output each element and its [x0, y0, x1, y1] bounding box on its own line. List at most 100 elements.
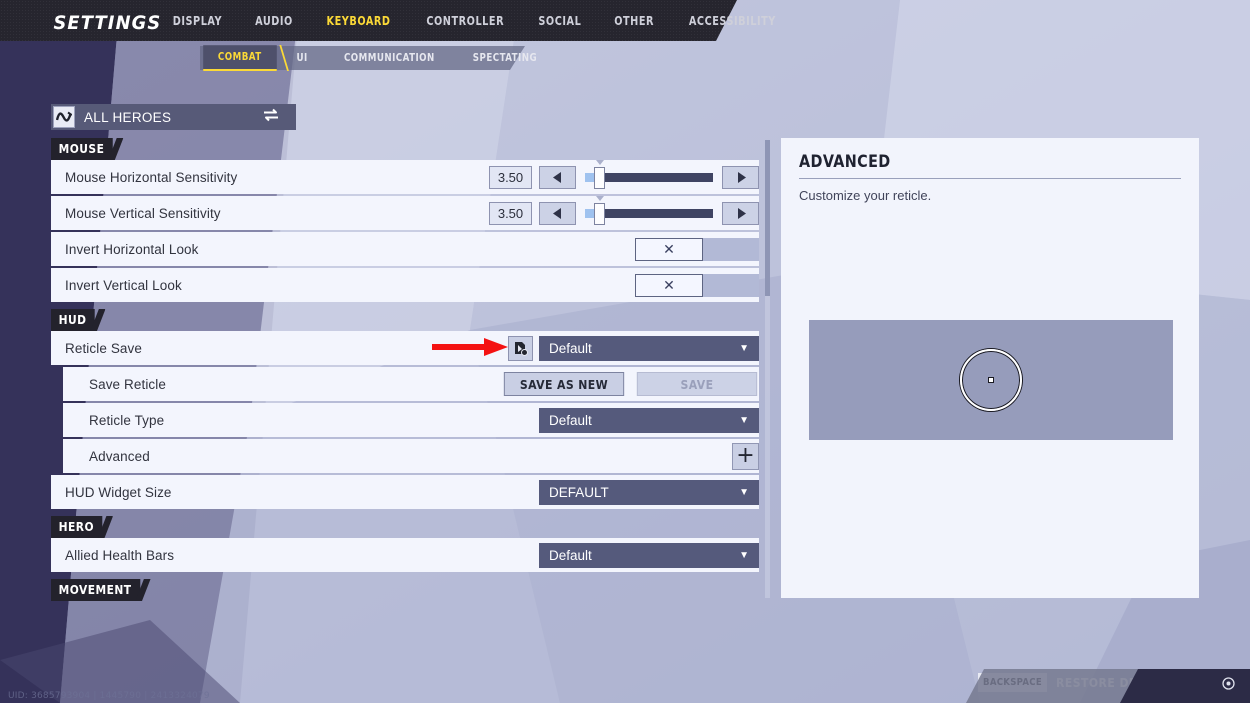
reticle-preview	[809, 320, 1173, 440]
slider-tick-marker	[596, 195, 604, 201]
sensitivity-slider[interactable]	[585, 159, 713, 189]
settings-scrollbar[interactable]	[765, 140, 770, 598]
row-mouse-vertical-sensitivity[interactable]: Mouse Vertical Sensitivity 3.50	[51, 195, 759, 230]
subtab-ui[interactable]: UI	[281, 46, 322, 70]
all-heroes-icon	[53, 106, 75, 128]
row-label: Allied Health Bars	[65, 547, 175, 563]
save-button[interactable]: SAVE	[636, 372, 758, 396]
reticle-type-dropdown[interactable]: Default ▼	[539, 407, 759, 433]
section-header-hud: HUD	[51, 309, 759, 331]
subtab-spectating[interactable]: SPECTATING	[458, 46, 552, 70]
invert-horizontal-toggle[interactable]: ✕	[635, 237, 759, 261]
row-label: Invert Vertical Look	[65, 277, 182, 293]
reticle-center-dot	[989, 378, 993, 382]
decrement-button[interactable]	[539, 165, 576, 189]
row-invert-vertical-look[interactable]: Invert Vertical Look ✕	[51, 268, 759, 302]
dropdown-value: Default	[549, 412, 592, 428]
row-advanced[interactable]: Advanced +	[63, 439, 759, 473]
subtab-list: COMBAT UI COMMUNICATION SPECTATING	[200, 45, 556, 71]
slider-tick-marker	[596, 159, 604, 165]
bottom-bar-background	[966, 669, 1250, 703]
dropdown-value: DEFAULT	[549, 484, 609, 500]
invert-vertical-toggle[interactable]: ✕	[635, 273, 759, 297]
decrement-button[interactable]	[539, 201, 576, 225]
slider-handle[interactable]	[594, 166, 605, 189]
uid-watermark: UID: 3685793904 | 1445790 | 2413324079	[8, 691, 210, 701]
row-label: Save Reticle	[89, 376, 166, 392]
annotation-arrow	[432, 338, 508, 356]
hud-widget-size-dropdown[interactable]: DEFAULT ▼	[539, 479, 759, 505]
chevron-down-icon: ▼	[739, 486, 749, 498]
tab-other[interactable]: OTHER	[614, 14, 654, 28]
chevron-down-icon: ▼	[739, 342, 749, 354]
dropdown-value: Default	[549, 340, 592, 356]
row-label: HUD Widget Size	[65, 484, 172, 500]
chevron-down-icon: ▼	[739, 549, 749, 561]
section-title-hero: HERO	[51, 516, 103, 538]
advanced-control: +	[732, 442, 759, 470]
scrollbar-thumb[interactable]	[765, 140, 770, 296]
panel-divider	[799, 178, 1181, 179]
reticle-save-control: Default ▼	[508, 335, 759, 361]
swap-icon[interactable]	[262, 108, 280, 127]
row-invert-horizontal-look[interactable]: Invert Horizontal Look ✕	[51, 232, 759, 266]
row-reticle-type[interactable]: Reticle Type Default ▼	[63, 403, 759, 437]
save-reticle-buttons: SAVE AS NEW SAVE	[502, 372, 759, 396]
increment-button[interactable]	[722, 201, 759, 225]
row-mouse-horizontal-sensitivity[interactable]: Mouse Horizontal Sensitivity 3.50	[51, 159, 759, 194]
settings-list: MOUSE Mouse Horizontal Sensitivity 3.50 …	[51, 138, 759, 601]
row-save-reticle[interactable]: Save Reticle SAVE AS NEW SAVE	[63, 367, 759, 401]
save-as-new-button[interactable]: SAVE AS NEW	[503, 372, 625, 396]
hero-selector[interactable]: ALL HEROES	[51, 104, 296, 130]
row-label: Invert Horizontal Look	[65, 241, 199, 257]
increment-button[interactable]	[722, 165, 759, 189]
row-label: Mouse Vertical Sensitivity	[65, 205, 221, 221]
slider-fill	[585, 172, 594, 182]
panel-description: Customize your reticle.	[799, 188, 932, 203]
chevron-down-icon: ▼	[739, 414, 749, 426]
expand-advanced-button[interactable]: +	[732, 442, 759, 470]
section-header-movement: MOVEMENT	[51, 579, 759, 601]
panel-title: ADVANCED	[799, 152, 891, 172]
slider-handle[interactable]	[594, 202, 605, 225]
row-allied-health-bars[interactable]: Allied Health Bars Default ▼	[51, 538, 759, 572]
sensitivity-slider[interactable]	[585, 195, 713, 225]
tab-controller[interactable]: CONTROLLER	[426, 14, 504, 28]
tab-social[interactable]: SOCIAL	[539, 14, 582, 28]
tab-keyboard[interactable]: KEYBOARD	[326, 14, 390, 28]
sensitivity-value[interactable]: 3.50	[489, 165, 532, 189]
advanced-info-panel: ADVANCED Customize your reticle.	[781, 138, 1199, 598]
hud-widget-size-control: DEFAULT ▼	[539, 479, 759, 505]
slider-control: 3.50	[489, 159, 759, 189]
section-header-mouse: MOUSE	[51, 138, 759, 160]
reticle-type-control: Default ▼	[539, 407, 759, 433]
toggle-off-state[interactable]: ✕	[635, 273, 703, 297]
tab-audio[interactable]: AUDIO	[255, 14, 293, 28]
sensitivity-value[interactable]: 3.50	[489, 201, 532, 225]
dropdown-value: Default	[549, 547, 592, 563]
reticle-save-dropdown[interactable]: Default ▼	[539, 335, 759, 361]
section-title-mouse: MOUSE	[51, 138, 113, 160]
tab-display[interactable]: DISPLAY	[173, 14, 222, 28]
slider-control: 3.50	[489, 195, 759, 225]
toggle-on-state[interactable]	[703, 273, 759, 297]
row-label: Reticle Save	[65, 340, 142, 356]
subtab-combat[interactable]: COMBAT	[203, 45, 277, 71]
tab-accessibility[interactable]: ACCESSIBILITY	[689, 14, 776, 28]
row-hud-widget-size[interactable]: HUD Widget Size DEFAULT ▼	[51, 475, 759, 509]
allied-health-bars-control: Default ▼	[539, 542, 759, 568]
section-header-hero: HERO	[51, 516, 759, 538]
slider-fill	[585, 208, 594, 218]
cursor-target-icon	[1222, 677, 1235, 690]
allied-health-bars-dropdown[interactable]: Default ▼	[539, 542, 759, 568]
row-label: Advanced	[89, 448, 150, 464]
hero-selector-label: ALL HEROES	[84, 109, 172, 125]
subtab-communication[interactable]: COMMUNICATION	[329, 46, 449, 70]
row-reticle-save[interactable]: Reticle Save Default ▼	[51, 331, 759, 365]
toggle-control: ✕	[635, 237, 759, 261]
toggle-on-state[interactable]	[703, 237, 759, 261]
section-title-hud: HUD	[51, 309, 96, 331]
row-label: Reticle Type	[89, 412, 165, 428]
section-title-movement: MOVEMENT	[51, 579, 141, 601]
toggle-off-state[interactable]: ✕	[635, 237, 703, 261]
